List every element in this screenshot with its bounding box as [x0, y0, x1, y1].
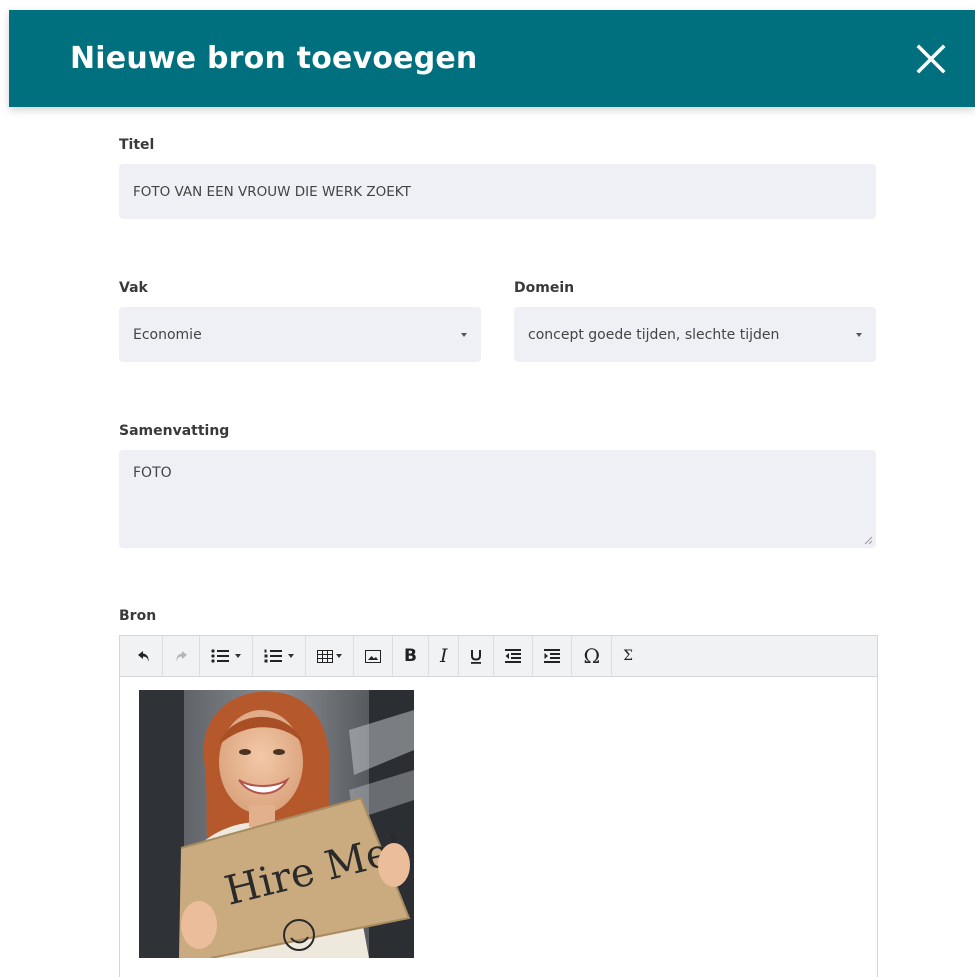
special-character-icon: Ω [583, 644, 601, 668]
outdent-button[interactable] [494, 636, 532, 677]
samenvatting-textarea[interactable]: FOTO [119, 450, 876, 548]
undo-icon [138, 651, 149, 662]
formula-icon: Σ [623, 648, 633, 664]
image-icon [365, 649, 381, 663]
table-icon [317, 649, 333, 663]
vak-select[interactable]: Economie [119, 307, 481, 362]
numbered-list-button[interactable] [253, 636, 305, 677]
vak-label: Vak [119, 280, 148, 296]
caret-down-icon [288, 654, 294, 658]
domein-selected-value: concept goede tijden, slechte tijden [528, 326, 780, 343]
special-character-button[interactable]: Ω [572, 636, 611, 677]
close-button[interactable] [905, 33, 957, 85]
numbered-list-icon [264, 649, 282, 663]
indent-button[interactable] [533, 636, 571, 677]
formula-button[interactable]: Σ [612, 636, 644, 677]
underline-icon [471, 649, 482, 664]
modal-title: Nieuwe bron toevoegen [70, 41, 478, 76]
italic-icon: I [439, 645, 448, 667]
resize-grip-icon[interactable] [863, 535, 873, 545]
caret-down-icon [856, 332, 862, 337]
titel-value: FOTO VAN EEN VROUW DIE WERK ZOEKT [133, 183, 411, 200]
samenvatting-label: Samenvatting [119, 423, 230, 439]
table-button[interactable] [306, 636, 353, 677]
rich-text-editor: B I Ω Σ Hire Me! [119, 635, 878, 977]
domein-select[interactable]: concept goede tijden, slechte tijden [514, 307, 876, 362]
titel-input[interactable]: FOTO VAN EEN VROUW DIE WERK ZOEKT [119, 164, 876, 219]
redo-icon [176, 651, 187, 662]
bulleted-list-icon [211, 649, 229, 663]
italic-button[interactable]: I [429, 636, 459, 677]
caret-down-icon [336, 654, 342, 658]
undo-button[interactable] [126, 636, 162, 677]
bold-icon: B [404, 646, 417, 666]
bulleted-list-button[interactable] [200, 636, 252, 677]
indent-icon [544, 649, 561, 663]
domein-label: Domein [514, 280, 575, 296]
modal-header: Nieuwe bron toevoegen [9, 10, 975, 107]
underline-button[interactable] [459, 636, 493, 677]
caret-down-icon [461, 332, 467, 337]
bron-label: Bron [119, 608, 157, 624]
close-icon [916, 44, 946, 73]
vak-selected-value: Economie [133, 326, 202, 343]
titel-label: Titel [119, 137, 155, 153]
editor-toolbar: B I Ω Σ [120, 635, 877, 677]
photo-woman-hire-me: Hire Me! [139, 690, 414, 958]
redo-button[interactable] [163, 636, 199, 677]
samenvatting-value: FOTO [133, 465, 172, 481]
outdent-icon [505, 649, 522, 663]
caret-down-icon [235, 654, 241, 658]
image-button[interactable] [354, 636, 392, 677]
embedded-photo[interactable]: Hire Me! [139, 690, 414, 958]
bold-button[interactable]: B [393, 636, 428, 677]
